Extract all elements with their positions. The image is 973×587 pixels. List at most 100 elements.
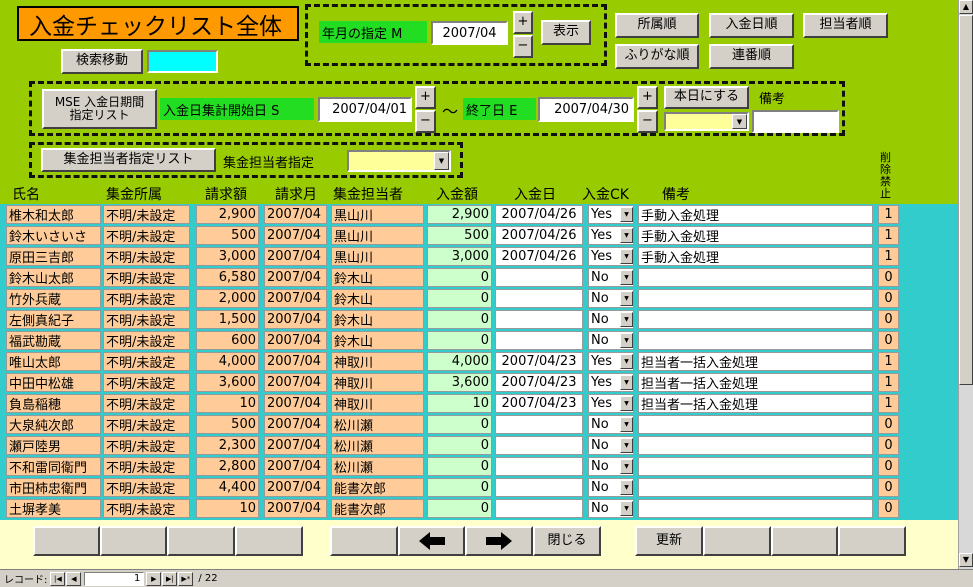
cell-pay-date[interactable]: 2007/04/26 [495,205,583,224]
cell-paid[interactable]: 4,000 [427,352,492,371]
cell-paid[interactable]: 500 [427,226,492,245]
collector-combo[interactable]: ▼ [347,150,451,172]
cell-paid[interactable]: 0 [427,436,492,455]
cell-check[interactable]: No ▼ [588,310,634,329]
collector-list-button[interactable]: 集金担当者指定リスト [41,148,216,172]
cell-paid[interactable]: 0 [427,499,492,518]
chevron-down-icon[interactable]: ▼ [620,438,633,453]
end-date-minus-button[interactable]: − [637,110,658,133]
scroll-down-icon[interactable]: ▼ [959,553,973,567]
cell-pay-date[interactable] [495,310,583,329]
cell-check[interactable]: No ▼ [588,478,634,497]
footer-button-5[interactable] [330,526,398,556]
cell-note[interactable]: 担当者一括入金処理 [638,373,873,392]
new-record-icon[interactable]: ▶* [178,571,194,586]
search-move-field[interactable] [147,50,218,73]
footer-button-11[interactable] [771,526,838,556]
cell-check[interactable]: Yes ▼ [588,373,634,392]
scroll-thumb[interactable] [959,15,973,385]
cell-paid[interactable]: 2,900 [427,205,492,224]
cell-paid[interactable]: 0 [427,289,492,308]
sort-by-date-button[interactable]: 入金日順 [709,13,794,38]
cell-check[interactable]: No ▼ [588,499,634,518]
scroll-up-icon[interactable]: ▲ [959,0,973,14]
chevron-down-icon[interactable]: ▼ [732,114,747,129]
footer-button-3[interactable] [167,526,235,556]
cell-paid[interactable]: 3,600 [427,373,492,392]
cell-pay-date[interactable] [495,457,583,476]
cell-check[interactable]: No ▼ [588,415,634,434]
cell-note[interactable]: 手動入金処理 [638,226,873,245]
cell-paid[interactable]: 0 [427,268,492,287]
cell-pay-date[interactable]: 2007/04/23 [495,373,583,392]
cell-note[interactable]: 手動入金処理 [638,205,873,224]
cell-note[interactable]: 手動入金処理 [638,247,873,266]
last-record-icon[interactable]: ▶| [162,571,178,586]
cell-pay-date[interactable]: 2007/04/26 [495,226,583,245]
update-button[interactable]: 更新 [635,526,703,556]
sort-by-dept-button[interactable]: 所属順 [615,13,699,38]
chevron-down-icon[interactable]: ▼ [620,459,633,474]
cell-check[interactable]: Yes ▼ [588,352,634,371]
next-record-icon[interactable]: ▶ [146,571,162,586]
cell-note[interactable] [638,499,873,518]
chevron-down-icon[interactable]: ▼ [620,354,633,369]
cell-pay-date[interactable]: 2007/04/23 [495,394,583,413]
cell-note[interactable]: 担当者一括入金処理 [638,352,873,371]
cell-pay-date[interactable] [495,331,583,350]
sort-by-person-button[interactable]: 担当者順 [803,13,888,38]
prev-record-button[interactable] [398,526,465,556]
chevron-down-icon[interactable]: ▼ [620,333,633,348]
note-input[interactable] [752,110,839,133]
cell-note[interactable] [638,268,873,287]
cell-note[interactable] [638,310,873,329]
chevron-down-icon[interactable]: ▼ [434,152,449,170]
cell-paid[interactable]: 0 [427,310,492,329]
end-date-input[interactable]: 2007/04/30 [538,97,634,122]
first-record-icon[interactable]: |◀ [50,571,66,586]
footer-button-10[interactable] [703,526,771,556]
footer-button-2[interactable] [100,526,167,556]
chevron-down-icon[interactable]: ▼ [620,375,633,390]
start-date-input[interactable]: 2007/04/01 [318,97,412,122]
cell-pay-date[interactable] [495,268,583,287]
cell-check[interactable]: Yes ▼ [588,394,634,413]
cell-check[interactable]: No ▼ [588,268,634,287]
chevron-down-icon[interactable]: ▼ [620,207,633,222]
cell-check[interactable]: No ▼ [588,457,634,476]
date-range-list-button[interactable]: MSE 入金日期間指定リスト [42,89,157,129]
month-minus-button[interactable]: − [513,35,533,58]
chevron-down-icon[interactable]: ▼ [620,291,633,306]
cell-pay-date[interactable] [495,478,583,497]
cell-check[interactable]: Yes ▼ [588,226,634,245]
show-button[interactable]: 表示 [541,20,591,45]
cell-paid[interactable]: 10 [427,394,492,413]
cell-pay-date[interactable]: 2007/04/23 [495,352,583,371]
month-plus-button[interactable]: + [513,11,533,34]
month-input[interactable]: 2007/04 [431,21,508,45]
next-record-button[interactable] [465,526,533,556]
cell-note[interactable] [638,289,873,308]
cell-note[interactable] [638,331,873,350]
cell-check[interactable]: No ▼ [588,436,634,455]
cell-pay-date[interactable] [495,499,583,518]
cell-paid[interactable]: 3,000 [427,247,492,266]
chevron-down-icon[interactable]: ▼ [620,480,633,495]
cell-check[interactable]: Yes ▼ [588,247,634,266]
cell-paid[interactable]: 0 [427,457,492,476]
cell-note[interactable] [638,478,873,497]
cell-pay-date[interactable] [495,415,583,434]
chevron-down-icon[interactable]: ▼ [620,396,633,411]
record-number-input[interactable]: 1 [84,571,145,586]
cell-paid[interactable]: 0 [427,478,492,497]
prev-record-icon[interactable]: ◀ [66,571,82,586]
footer-button-4[interactable] [235,526,303,556]
search-move-button[interactable]: 検索移動 [61,49,143,74]
start-date-minus-button[interactable]: − [415,110,436,133]
cell-pay-date[interactable]: 2007/04/26 [495,247,583,266]
note-combo[interactable]: ▼ [664,112,749,131]
cell-paid[interactable]: 0 [427,415,492,434]
cell-check[interactable]: No ▼ [588,289,634,308]
chevron-down-icon[interactable]: ▼ [620,501,633,516]
chevron-down-icon[interactable]: ▼ [620,228,633,243]
